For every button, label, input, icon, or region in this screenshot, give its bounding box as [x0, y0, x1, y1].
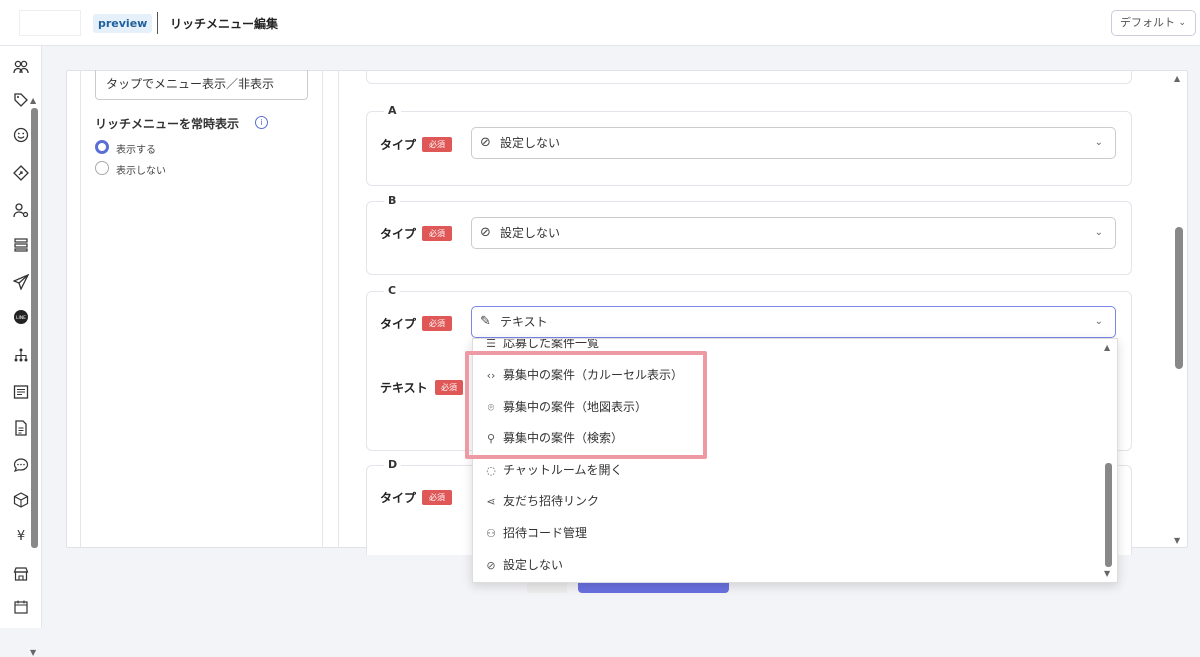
ban-icon: ⊘ [480, 225, 491, 240]
main-scroll-up-arrow-icon[interactable]: ▲ [1174, 74, 1180, 83]
ban-icon: ⊘ [480, 135, 491, 150]
section-label-d: D [384, 458, 402, 471]
radio-hide-label: 表示しない [116, 166, 166, 177]
radio-hide[interactable] [95, 161, 109, 175]
type-select-c[interactable]: ✎ テキスト ⌄ [471, 306, 1116, 338]
radio-show[interactable] [95, 140, 109, 154]
required-badge-d: 必須 [422, 490, 452, 505]
side-navigation: LINE ¥ ▲ ▼ [0, 46, 42, 657]
type-select-c-value: テキスト [500, 315, 548, 329]
highlight-annotation [465, 351, 707, 459]
previous-section-card [366, 70, 1132, 84]
preview-badge[interactable]: preview [93, 14, 153, 33]
nav-scroll-up-arrow-icon[interactable]: ▲ [30, 96, 36, 105]
type-select-a[interactable]: ⊘ 設定しない ⌄ [471, 127, 1116, 159]
text-label-c: テキスト [380, 381, 428, 395]
main-scrollbar[interactable] [1175, 227, 1183, 369]
users-icon[interactable] [8, 54, 34, 80]
title-divider [157, 12, 158, 34]
option-label: 招待コード管理 [503, 526, 588, 540]
nav-scroll-down-arrow-icon[interactable]: ▼ [30, 648, 36, 657]
dropdown-scroll-down-arrow-icon[interactable]: ▼ [1104, 569, 1110, 578]
option-label: 応募した案件一覧 [503, 338, 600, 350]
option-label: 友だち招待リンク [503, 494, 600, 508]
brand-logo [19, 10, 81, 36]
type-label-d: タイプ [380, 491, 417, 505]
type-label-c: タイプ [380, 317, 417, 331]
required-badge-text-c: 必須 [435, 380, 463, 395]
option-label: チャットルームを開く [503, 463, 623, 477]
ban-icon: ⊘ [486, 559, 496, 572]
default-dropdown[interactable]: デフォルト ⌄ [1111, 10, 1196, 36]
default-dropdown-label: デフォルト [1120, 16, 1175, 29]
option-open-chat[interactable]: ◌ チャットルームを開く [483, 457, 623, 483]
nav-scrollbar[interactable] [31, 108, 38, 548]
option-invite-code[interactable]: ⚇ 招待コード管理 [483, 520, 587, 546]
type-label-a: タイプ [380, 138, 417, 152]
type-select-b-value: 設定しない [500, 226, 561, 240]
option-none[interactable]: ⊘ 設定しない [483, 552, 563, 578]
chevron-down-icon: ⌄ [1094, 137, 1103, 148]
dropdown-scrollbar[interactable] [1105, 463, 1112, 567]
type-label-b: タイプ [380, 227, 417, 241]
store-icon[interactable] [8, 561, 34, 587]
info-icon[interactable]: i [255, 116, 268, 129]
option-invite-link[interactable]: ⋖ 友だち招待リンク [483, 488, 599, 514]
tap-toggle-text-field[interactable]: タップでメニュー表示／非表示 [95, 70, 308, 100]
required-badge-c: 必須 [422, 316, 452, 331]
section-label-b: B [384, 194, 401, 207]
required-badge-a: 必須 [422, 137, 452, 152]
pencil-icon: ✎ [480, 314, 491, 329]
section-label-c: C [384, 284, 401, 297]
type-select-a-value: 設定しない [500, 136, 561, 150]
chevron-down-icon: ⌄ [1178, 18, 1186, 28]
top-bar: preview リッチメニュー編集 デフォルト ⌄ [0, 0, 1200, 46]
required-badge-b: 必須 [422, 226, 452, 241]
main-scroll-down-arrow-icon[interactable]: ▼ [1174, 536, 1180, 545]
calendar-check-icon[interactable] [8, 594, 34, 620]
chevron-down-icon: ⌄ [1094, 227, 1103, 238]
section-label-a: A [384, 104, 401, 117]
type-select-b[interactable]: ⊘ 設定しない ⌄ [471, 217, 1116, 249]
dropdown-scroll-up-arrow-icon[interactable]: ▲ [1104, 343, 1110, 352]
chevron-down-icon: ⌄ [1094, 316, 1103, 327]
share-icon: ⋖ [486, 495, 496, 508]
always-show-label: リッチメニューを常時表示 [95, 117, 240, 131]
option-label: 設定しない [503, 558, 564, 572]
radio-show-label: 表示する [116, 145, 156, 156]
chat-icon: ◌ [486, 464, 496, 477]
svg-text:LINE: LINE [16, 315, 26, 321]
user-add-icon: ⚇ [486, 527, 496, 540]
page-title: リッチメニュー編集 [170, 17, 279, 31]
